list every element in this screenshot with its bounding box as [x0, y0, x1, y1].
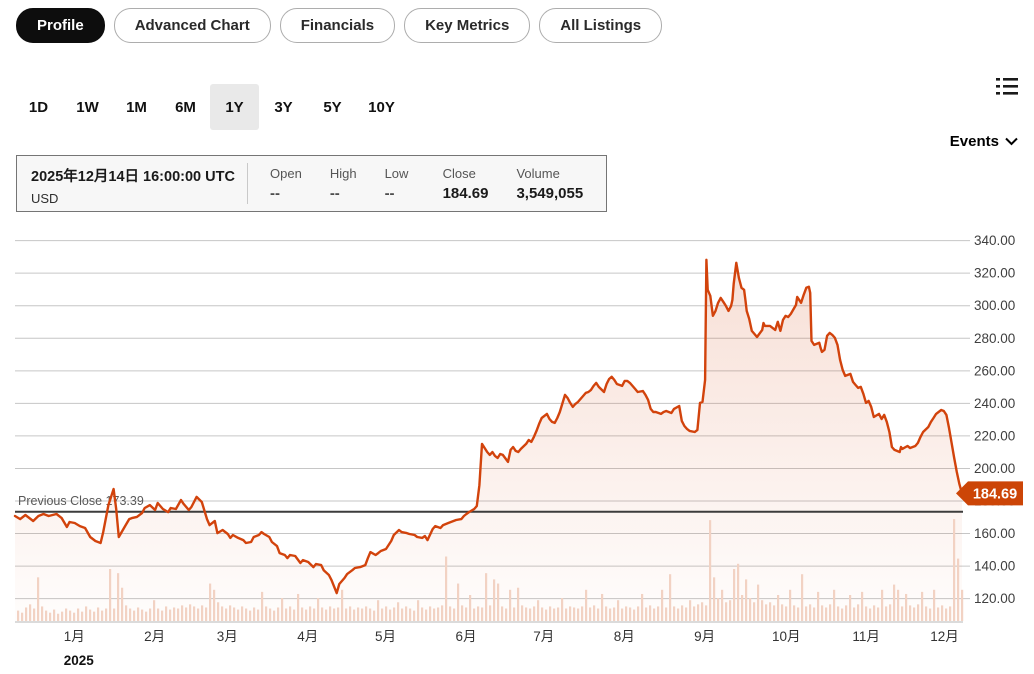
- quote-field-volume: Volume 3,549,055: [516, 166, 583, 211]
- svg-text:160.00: 160.00: [974, 526, 1015, 541]
- quote-field-high: High --: [330, 166, 357, 211]
- svg-text:280.00: 280.00: [974, 331, 1015, 346]
- range-3y[interactable]: 3Y: [259, 84, 308, 130]
- tab-profile[interactable]: Profile: [16, 8, 105, 43]
- svg-text:5月: 5月: [375, 629, 396, 644]
- svg-text:120.00: 120.00: [974, 591, 1015, 606]
- svg-text:240.00: 240.00: [974, 396, 1015, 411]
- y-axis-labels: 340.00 320.00 300.00 280.00 260.00 240.00 220.…: [974, 233, 1015, 606]
- low-value: --: [385, 185, 415, 202]
- quote-field-low: Low --: [385, 166, 415, 211]
- svg-text:10月: 10月: [772, 629, 801, 644]
- quote-datetime: 2025年12月14日 16:00:00 UTC: [31, 165, 247, 186]
- quote-summary-box: 2025年12月14日 16:00:00 UTC USD Open -- Hig…: [16, 155, 607, 212]
- chevron-down-icon: [1005, 137, 1018, 146]
- svg-text:340.00: 340.00: [974, 233, 1015, 248]
- volume-value: 3,549,055: [516, 185, 583, 202]
- quote-field-close: Close 184.69: [443, 166, 489, 211]
- time-range-selector: 1D 1W 1M 6M 1Y 3Y 5Y 10Y: [14, 84, 406, 130]
- svg-text:12月: 12月: [930, 629, 959, 644]
- svg-text:3月: 3月: [217, 629, 238, 644]
- svg-text:320.00: 320.00: [974, 266, 1015, 281]
- range-10y[interactable]: 10Y: [357, 84, 406, 130]
- range-5y[interactable]: 5Y: [308, 84, 357, 130]
- svg-text:260.00: 260.00: [974, 363, 1015, 378]
- svg-text:200.00: 200.00: [974, 461, 1015, 476]
- svg-text:1月: 1月: [64, 629, 85, 644]
- stock-profile-page: Profile Advanced Chart Financials Key Me…: [0, 0, 1034, 674]
- price-chart-svg[interactable]: 340.00 320.00 300.00 280.00 260.00 240.00 220.…: [0, 230, 1034, 674]
- range-6m[interactable]: 6M: [161, 84, 210, 130]
- quote-field-open: Open --: [270, 166, 302, 211]
- volume-label: Volume: [516, 166, 583, 181]
- tab-key-metrics[interactable]: Key Metrics: [404, 8, 530, 43]
- top-tab-bar: Profile Advanced Chart Financials Key Me…: [16, 8, 662, 43]
- tab-all-listings[interactable]: All Listings: [539, 8, 662, 43]
- svg-text:9月: 9月: [694, 629, 715, 644]
- tab-financials[interactable]: Financials: [280, 8, 395, 43]
- svg-text:6月: 6月: [455, 629, 476, 644]
- high-value: --: [330, 185, 357, 202]
- range-1m[interactable]: 1M: [112, 84, 161, 130]
- close-value: 184.69: [443, 185, 489, 202]
- list-menu-icon[interactable]: [996, 77, 1018, 96]
- svg-text:140.00: 140.00: [974, 559, 1015, 574]
- events-dropdown[interactable]: Events: [950, 133, 1018, 150]
- svg-text:11月: 11月: [852, 629, 880, 644]
- open-value: --: [270, 185, 302, 202]
- quote-datetime-block: 2025年12月14日 16:00:00 UTC USD: [17, 156, 247, 211]
- high-label: High: [330, 166, 357, 181]
- price-chart-area[interactable]: 340.00 320.00 300.00 280.00 260.00 240.00 220.…: [0, 230, 1034, 674]
- svg-text:7月: 7月: [533, 629, 554, 644]
- range-1w[interactable]: 1W: [63, 84, 112, 130]
- tab-advanced-chart[interactable]: Advanced Chart: [114, 8, 271, 43]
- svg-text:300.00: 300.00: [974, 298, 1015, 313]
- quote-fields: Open -- High -- Low -- Close 184.69 Volu…: [248, 156, 583, 211]
- svg-text:4月: 4月: [297, 629, 318, 644]
- quote-currency: USD: [31, 191, 247, 206]
- x-axis-labels: 1月 2月 3月 4月 5月 6月 7月 8月 9月 10月 11月 12月 2025: [64, 629, 959, 668]
- events-label: Events: [950, 133, 999, 150]
- svg-text:2月: 2月: [144, 629, 165, 644]
- open-label: Open: [270, 166, 302, 181]
- last-price-badge-text: 184.69: [973, 486, 1017, 502]
- low-label: Low: [385, 166, 415, 181]
- svg-text:220.00: 220.00: [974, 428, 1015, 443]
- svg-text:8月: 8月: [614, 629, 635, 644]
- range-1y-selected[interactable]: 1Y: [210, 84, 259, 130]
- range-1d[interactable]: 1D: [14, 84, 63, 130]
- price-area-fill: [15, 260, 962, 621]
- close-label: Close: [443, 166, 489, 181]
- previous-close-label: Previous Close 173.39: [18, 494, 144, 508]
- year-label: 2025: [64, 653, 95, 668]
